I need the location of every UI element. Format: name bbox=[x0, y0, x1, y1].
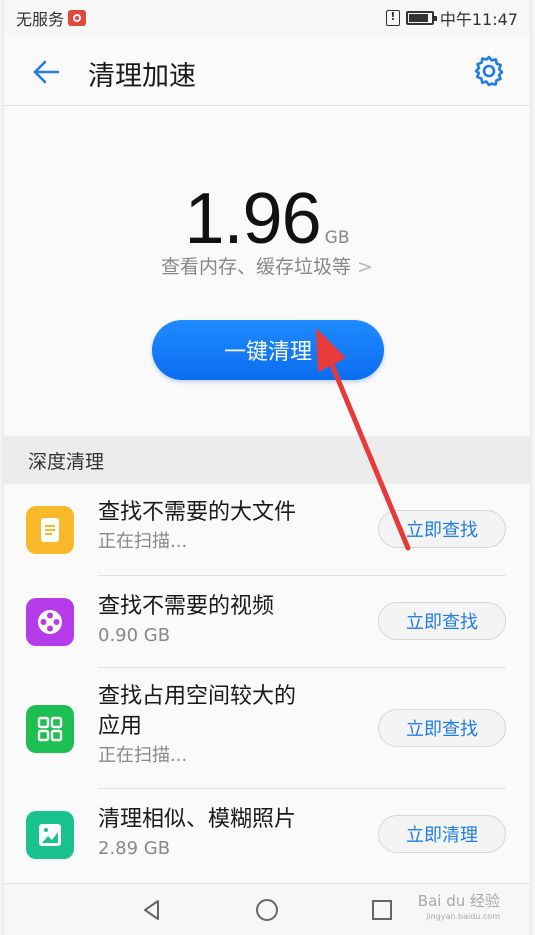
item-title: 查找不需要的视频 bbox=[98, 594, 275, 619]
clean-now-button[interactable]: 立即清理 bbox=[378, 815, 506, 853]
amount-unit: GB bbox=[324, 228, 350, 248]
item-title-line2: 应用 bbox=[98, 714, 143, 739]
battery-icon bbox=[405, 11, 437, 25]
item-subtitle: 0.90 GB bbox=[98, 625, 171, 646]
alert-icon: ! bbox=[385, 10, 400, 26]
list-item[interactable]: 清理相似、模糊照片 2.89 GB 立即清理 bbox=[4, 789, 530, 881]
clock-text: 中午11:47 bbox=[439, 10, 518, 29]
item-texts: 清理相似、模糊照片 2.89 GB bbox=[98, 805, 296, 863]
page-title: 清理加速 bbox=[88, 61, 196, 92]
item-subtitle: 正在扫描... bbox=[98, 531, 188, 552]
one-click-clean-button[interactable]: 一键清理 bbox=[152, 320, 384, 380]
view-details-link[interactable]: 查看内存、缓存垃圾等 > bbox=[4, 252, 530, 279]
status-left: 无服务 bbox=[16, 6, 87, 30]
nav-home-icon[interactable] bbox=[253, 896, 281, 924]
section-title: 深度清理 bbox=[4, 436, 530, 484]
item-texts: 查找占用空间较大的 应用 正在扫描... bbox=[98, 682, 296, 770]
nav-back-icon[interactable] bbox=[138, 896, 166, 924]
memory-amount: 1.96 GB bbox=[4, 178, 530, 260]
list-item[interactable]: 查找不需要的大文件 正在扫描... 立即查找 bbox=[4, 484, 530, 576]
item-subtitle: 正在扫描... bbox=[98, 745, 188, 766]
find-now-button[interactable]: 立即查找 bbox=[378, 602, 506, 640]
nav-recents-icon[interactable] bbox=[368, 896, 396, 924]
list-item[interactable]: 查找不需要的视频 0.90 GB 立即查找 bbox=[4, 576, 530, 668]
chevron-right-icon: > bbox=[357, 256, 373, 278]
item-texts: 查找不需要的视频 0.90 GB bbox=[98, 592, 274, 650]
item-title-line1: 查找占用空间较大的 bbox=[98, 684, 297, 709]
watermark-brand: Bai du 经验 bbox=[417, 892, 500, 910]
find-now-button[interactable]: 立即查找 bbox=[378, 510, 506, 548]
view-details-label: 查看内存、缓存垃圾等 bbox=[161, 256, 352, 278]
carrier-text: 无服务 bbox=[16, 10, 65, 29]
back-arrow-icon[interactable] bbox=[30, 56, 62, 88]
list-item[interactable]: 查找占用空间较大的 应用 正在扫描... 立即查找 bbox=[4, 668, 530, 789]
status-bar: 无服务 ! 中午11:47 bbox=[4, 0, 530, 36]
watermark-url: jingyan.baidu.com bbox=[426, 912, 500, 921]
gear-icon[interactable] bbox=[472, 54, 506, 88]
photo-icon bbox=[26, 811, 74, 859]
item-title: 清理相似、模糊照片 bbox=[98, 807, 297, 832]
document-icon bbox=[26, 506, 74, 554]
film-reel-icon bbox=[26, 598, 74, 646]
notification-app-icon bbox=[68, 10, 87, 26]
amount-value: 1.96 bbox=[184, 179, 322, 259]
phone-screen: 无服务 ! 中午11:47 清理加速 1.96 GB 查看内存、缓存垃圾等 > … bbox=[3, 0, 531, 935]
baidu-watermark: Bai du 经验 jingyan.baidu.com bbox=[418, 893, 500, 925]
item-title: 查找不需要的大文件 bbox=[98, 500, 297, 525]
item-texts: 查找不需要的大文件 正在扫描... bbox=[98, 498, 296, 556]
item-subtitle: 2.89 GB bbox=[98, 838, 171, 859]
find-now-button[interactable]: 立即查找 bbox=[378, 709, 506, 747]
deep-clean-list: 查找不需要的大文件 正在扫描... 立即查找 查找不需要的视频 0.90 GB … bbox=[4, 484, 530, 881]
app-header: 清理加速 bbox=[4, 36, 530, 106]
apps-grid-icon bbox=[26, 705, 74, 753]
hero-section: 1.96 GB 查看内存、缓存垃圾等 > 一键清理 bbox=[4, 106, 530, 436]
status-right: ! 中午11:47 bbox=[385, 6, 518, 30]
